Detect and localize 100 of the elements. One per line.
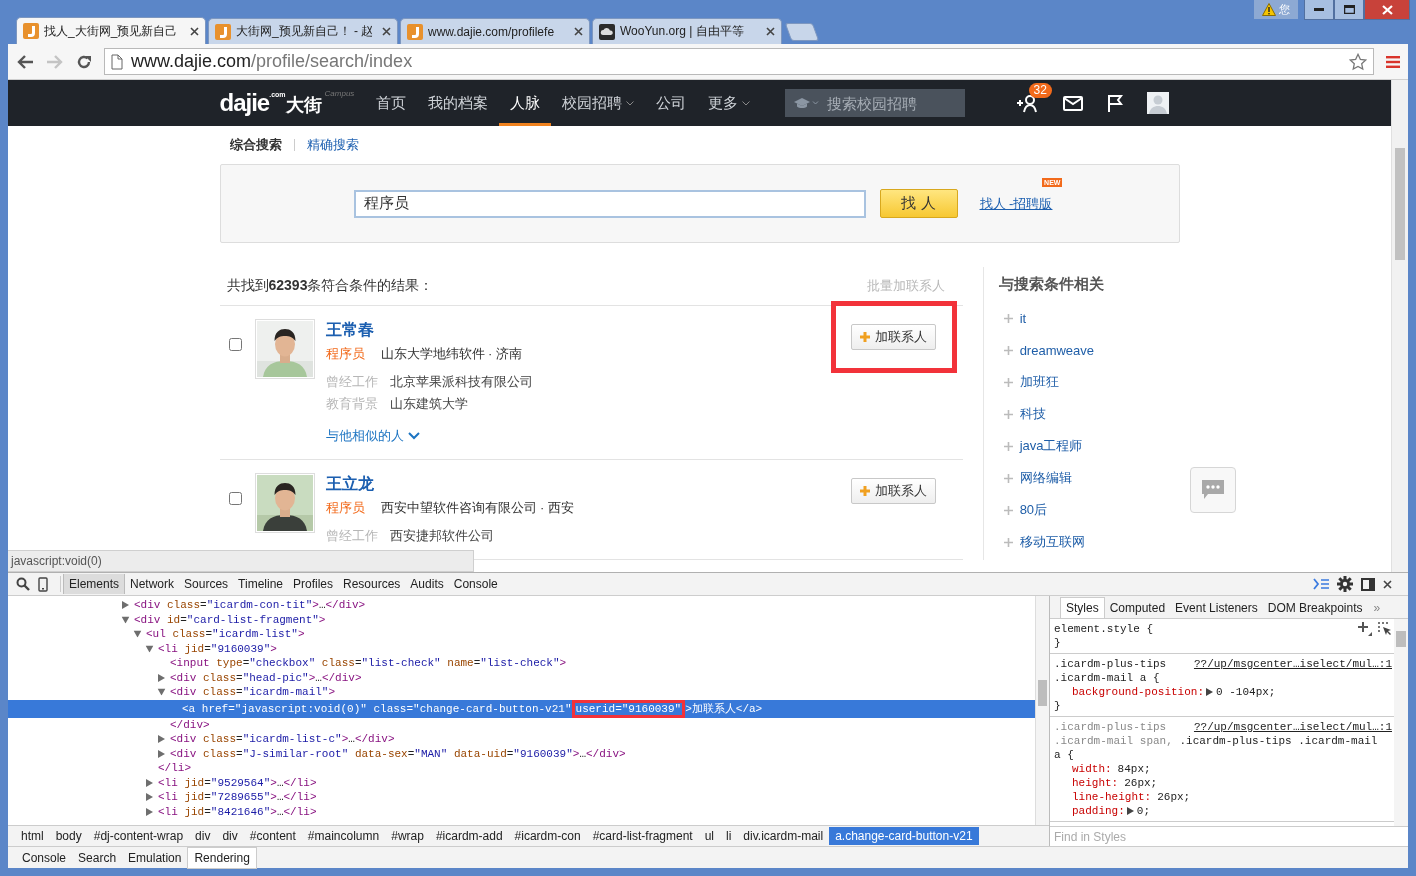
add-contact-button[interactable]: 加联系人: [851, 324, 937, 350]
styles-filter-field[interactable]: Find in Styles: [1050, 826, 1408, 846]
close-tab-icon[interactable]: [766, 27, 775, 36]
settings-icon[interactable]: [1337, 576, 1353, 592]
devtools-tab[interactable]: Elements: [63, 574, 126, 594]
search-mode-tab[interactable]: 精确搜索: [306, 136, 359, 154]
scrollbar[interactable]: [1391, 80, 1408, 572]
nav-link[interactable]: 校园招聘: [550, 80, 645, 126]
breadcrumb-item[interactable]: #maincolumn: [301, 827, 386, 845]
nav-link[interactable]: 我的档案: [416, 80, 499, 126]
menu-icon[interactable]: [1386, 54, 1400, 69]
close-tab-icon[interactable]: [382, 27, 391, 36]
dom-tree-row[interactable]: </li>: [8, 761, 1035, 776]
breadcrumb-item[interactable]: body: [49, 827, 88, 845]
breadcrumb-item[interactable]: #dj-content-wrap: [87, 827, 190, 845]
related-tag-link[interactable]: 加班狂: [998, 366, 1180, 398]
disclosure-triangle-icon[interactable]: [133, 630, 142, 638]
breadcrumb-item[interactable]: html: [15, 827, 50, 845]
dom-tree-row[interactable]: <div class="icardm-list-c">…</div>: [8, 732, 1035, 747]
flag-icon[interactable]: [1106, 94, 1123, 112]
css-property[interactable]: width: 84px;: [1054, 762, 1392, 776]
close-tab-icon[interactable]: [574, 27, 583, 36]
minimize-button[interactable]: [1304, 0, 1334, 20]
result-checkbox[interactable]: [228, 492, 242, 505]
disclosure-triangle-icon[interactable]: [158, 673, 165, 682]
bookmark-star-icon[interactable]: [1349, 52, 1367, 71]
css-property[interactable]: padding: 0;: [1054, 804, 1392, 818]
dom-tree-row[interactable]: <input type="checkbox" class="list-check" name="list-check">: [8, 656, 1035, 671]
nav-link[interactable]: 公司: [644, 80, 697, 126]
sidebar-pane-tab[interactable]: Computed: [1104, 598, 1171, 618]
breadcrumb-item[interactable]: div.icardm-mail: [737, 827, 830, 845]
disclosure-triangle-icon[interactable]: [146, 807, 153, 816]
browser-tab[interactable]: 找人_大街网_预见新自己: [16, 17, 206, 44]
dom-tree-row[interactable]: <div class="icardm-con-tit">…</div>: [8, 598, 1035, 613]
drawer-tab[interactable]: Emulation: [122, 847, 188, 868]
close-button[interactable]: [1364, 0, 1410, 20]
css-property[interactable]: line-height: 26px;: [1054, 790, 1392, 804]
user-avatar-icon[interactable]: [1146, 92, 1169, 114]
similar-people-link[interactable]: 与他相似的人: [325, 427, 420, 445]
related-tag-link[interactable]: 网络编辑: [998, 462, 1180, 494]
new-tab-button[interactable]: [784, 23, 820, 41]
css-property[interactable]: background-position: 0 -104px;: [1054, 685, 1392, 699]
devtools-tab[interactable]: Console: [448, 574, 503, 594]
sidebar-pane-tab[interactable]: Styles: [1060, 597, 1105, 618]
campus-search-field[interactable]: 搜索校园招聘: [784, 89, 965, 117]
disclosure-triangle-icon[interactable]: [146, 793, 153, 802]
drawer-tab[interactable]: Console: [16, 847, 73, 868]
breadcrumb-item[interactable]: #wrap: [385, 827, 430, 845]
close-tab-icon[interactable]: [190, 26, 199, 36]
dom-tree-row[interactable]: <li jid="7289655">…</li>: [8, 790, 1035, 805]
breadcrumb-item[interactable]: ul: [698, 827, 720, 845]
element-picker-icon[interactable]: [1378, 622, 1392, 636]
result-checkbox[interactable]: [228, 338, 242, 351]
devtools-tab[interactable]: Timeline: [233, 574, 288, 594]
breadcrumb-item[interactable]: #card-list-fragment: [586, 827, 699, 845]
mobile-device-icon[interactable]: [38, 576, 48, 592]
mail-icon[interactable]: [1062, 95, 1083, 111]
address-bar[interactable]: www.dajie.com/profile/search/index: [104, 48, 1374, 75]
search-field[interactable]: 程序员: [353, 189, 866, 218]
related-tag-link[interactable]: 移动互联网: [998, 526, 1180, 558]
dom-tree-row[interactable]: <li jid="9529564">…</li>: [8, 775, 1035, 790]
nav-link[interactable]: 人脉: [498, 80, 551, 126]
related-tag-link[interactable]: 80后: [998, 494, 1180, 526]
drawer-tab[interactable]: Search: [72, 847, 123, 868]
disclosure-triangle-icon[interactable]: [158, 749, 165, 758]
dom-tree-row[interactable]: <li jid="9160039">: [8, 641, 1035, 656]
related-tag-link[interactable]: dreamweave: [998, 334, 1180, 366]
person-name-link[interactable]: 王常春: [325, 319, 374, 341]
breadcrumb-item[interactable]: #icardm-con: [508, 827, 587, 845]
dom-tree-row[interactable]: <li jid="8421646">…</li>: [8, 804, 1035, 819]
breadcrumb-item[interactable]: div: [189, 827, 217, 845]
dom-tree-row[interactable]: <div class="head-pic">…</div>: [8, 670, 1035, 685]
console-drawer-icon[interactable]: [1313, 578, 1329, 590]
breadcrumb-item[interactable]: li: [720, 827, 738, 845]
add-property-icon[interactable]: [1358, 622, 1372, 636]
related-tag-link[interactable]: 科技: [998, 398, 1180, 430]
recruiter-search-link[interactable]: 找人 -招聘版: [979, 196, 1053, 211]
add-contact-button[interactable]: 加联系人: [851, 478, 937, 504]
dom-tree-row[interactable]: <a href="javascript:void(0)" class="change-card-button-v21" userid="9160039" >加联系人</a>: [8, 699, 1035, 718]
disclosure-triangle-icon[interactable]: [121, 616, 130, 624]
breadcrumb-item[interactable]: #icardm-add: [429, 827, 509, 845]
dom-tree-row[interactable]: <div class="J-similar-root" data-sex="MAN" data-uid="9160039">…</div>: [8, 746, 1035, 761]
devtools-tab[interactable]: Audits: [405, 574, 449, 594]
nav-link[interactable]: 首页: [364, 80, 417, 126]
disclosure-triangle-icon[interactable]: [146, 778, 153, 787]
browser-tab[interactable]: 大街网_预见新自己！ - 赵: [208, 18, 398, 44]
browser-tab[interactable]: www.dajie.com/profilefe: [400, 18, 590, 44]
breadcrumb-item[interactable]: #content: [243, 827, 302, 845]
maximize-button[interactable]: [1334, 0, 1364, 20]
breadcrumb-item[interactable]: div: [216, 827, 244, 845]
stylesheet-link[interactable]: ??/up/msgcenter…iselect/mul…:1: [1193, 720, 1392, 734]
css-property[interactable]: height: 26px;: [1054, 776, 1392, 790]
disclosure-triangle-icon[interactable]: [158, 735, 165, 744]
breadcrumb-item[interactable]: a.change-card-button-v21: [829, 827, 979, 845]
disclosure-triangle-icon[interactable]: [157, 688, 166, 696]
dock-icon[interactable]: [1361, 577, 1375, 591]
disclosure-triangle-icon[interactable]: [122, 601, 129, 610]
search-icon[interactable]: [16, 577, 30, 591]
stylesheet-link[interactable]: ??/up/msgcenter…iselect/mul…:1: [1193, 657, 1392, 671]
dom-tree-row[interactable]: <div id="card-list-fragment">: [8, 612, 1035, 627]
